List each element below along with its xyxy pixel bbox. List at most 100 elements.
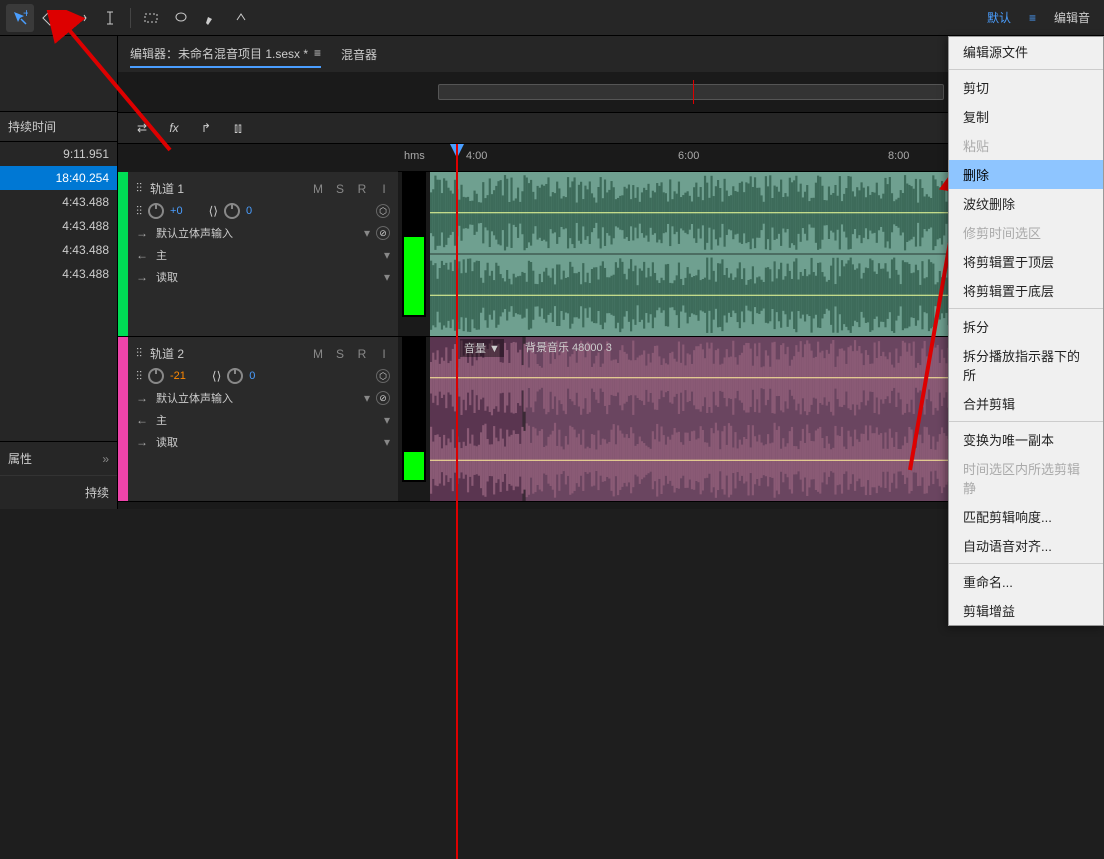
menu-item[interactable]: 重命名... [949, 567, 1103, 596]
track-1-read[interactable]: 读取 [156, 269, 378, 285]
mute-button[interactable]: M [312, 347, 324, 361]
menu-item[interactable]: 剪辑增益 [949, 596, 1103, 625]
chevron-down-icon[interactable]: ▾ [384, 413, 390, 427]
record-button[interactable]: R [356, 347, 368, 361]
menu-item[interactable]: 拆分 [949, 312, 1103, 341]
menu-separator [949, 308, 1103, 309]
chevron-down-icon[interactable]: ▾ [384, 435, 390, 449]
track-2-input[interactable]: 默认立体声输入 [156, 390, 358, 406]
pan-icon: ⟨⟩ [212, 369, 221, 383]
track-2-name[interactable]: 轨道 2 [150, 345, 304, 362]
track-2-read[interactable]: 读取 [156, 434, 378, 450]
pan-knob[interactable] [224, 203, 240, 219]
stereo-icon[interactable]: ⬡ [376, 204, 390, 218]
fx-icon[interactable]: fx [162, 116, 186, 140]
track-2-color [118, 337, 128, 501]
duration-item[interactable]: 9:11.951 [0, 142, 117, 166]
track-1-name[interactable]: 轨道 1 [150, 180, 304, 197]
menu-item[interactable]: 匹配剪辑响度... [949, 502, 1103, 531]
duration-item[interactable]: 4:43.488 [0, 190, 117, 214]
ruler-t1: 4:00 [466, 150, 487, 162]
duration-header: 持续时间 [0, 112, 117, 142]
move-tool[interactable]: + [6, 4, 34, 32]
slip-tool[interactable] [66, 4, 94, 32]
tab-editor[interactable]: 编辑器：未命名混音项目 1.sesx * ≡ [130, 41, 321, 68]
solo-button[interactable]: S [334, 182, 346, 196]
properties-header[interactable]: 属性 » [0, 442, 117, 475]
menu-item[interactable]: 变换为唯一副本 [949, 425, 1103, 454]
chevron-down-icon[interactable]: ▾ [364, 226, 370, 240]
overview-playhead [693, 80, 694, 104]
volume-knob[interactable] [148, 203, 164, 219]
menu-item[interactable]: 合并剪辑 [949, 389, 1103, 418]
input-monitor-button[interactable]: I [378, 182, 390, 196]
properties-label: 属性 [8, 450, 32, 467]
overview-range[interactable] [438, 84, 944, 100]
loop-icon[interactable]: ⇄ [130, 116, 154, 140]
record-button[interactable]: R [356, 182, 368, 196]
track-1-vol[interactable]: +0 [170, 205, 183, 217]
duration-item[interactable]: 4:43.488 [0, 238, 117, 262]
playhead-line [456, 144, 458, 859]
input-monitor-button[interactable]: I [378, 347, 390, 361]
track-1-pan[interactable]: 0 [246, 205, 252, 217]
phase-icon[interactable]: ⊘ [376, 391, 390, 405]
duration-item[interactable]: 4:43.488 [0, 262, 117, 286]
toolbar-right: 默认 ≡ 编辑音 [987, 9, 1098, 26]
phase-icon[interactable]: ⊘ [376, 226, 390, 240]
lasso-tool[interactable] [167, 4, 195, 32]
menu-item[interactable]: 剪切 [949, 73, 1103, 102]
pan-knob[interactable] [227, 368, 243, 384]
waveform-icon: ⫶⫶ [136, 346, 142, 361]
brush-tool[interactable] [197, 4, 225, 32]
pan-icon: ⟨⟩ [209, 204, 218, 218]
svg-text:+: + [23, 10, 28, 20]
menu-item[interactable]: 复制 [949, 102, 1103, 131]
chevron-down-icon[interactable]: ▾ [364, 391, 370, 405]
mute-button[interactable]: M [312, 182, 324, 196]
menu-item[interactable]: 将剪辑置于顶层 [949, 247, 1103, 276]
hamburger-icon[interactable]: ≡ [1029, 11, 1036, 25]
tab-mixer[interactable]: 混音器 [341, 42, 377, 67]
track-2-meter [402, 337, 426, 482]
menu-item[interactable]: 波纹删除 [949, 189, 1103, 218]
stereo-icon[interactable]: ⬡ [376, 369, 390, 383]
chevron-down-icon[interactable]: ▾ [384, 248, 390, 262]
marquee-tool[interactable] [137, 4, 165, 32]
eq-icon[interactable]: ⫾⫾ [226, 116, 250, 140]
track-2-clip-label: 背景音乐 48000 3 [525, 339, 612, 355]
workspace-default[interactable]: 默认 [987, 9, 1011, 26]
workspace-edit[interactable]: 编辑音 [1054, 9, 1090, 26]
track-1-header: ⫶⫶ 轨道 1 M S R I ⫶⫶ +0 ⟨⟩ [128, 172, 398, 336]
menu-item[interactable]: 自动语音对齐... [949, 531, 1103, 560]
menu-item[interactable]: 编辑源文件 [949, 37, 1103, 66]
duration-item[interactable]: 18:40.254 [0, 166, 117, 190]
menu-separator [949, 421, 1103, 422]
track-1-meter [402, 172, 426, 317]
solo-button[interactable]: S [334, 347, 346, 361]
duration-item[interactable]: 4:43.488 [0, 214, 117, 238]
track-1-input[interactable]: 默认立体声输入 [156, 225, 358, 241]
menu-item[interactable]: 删除 [949, 160, 1103, 189]
time-select-tool[interactable] [96, 4, 124, 32]
tab-menu-icon[interactable]: ≡ [314, 46, 321, 60]
send-icon[interactable]: ↱ [194, 116, 218, 140]
duration-list: 9:11.95118:40.2544:43.4884:43.4884:43.48… [0, 142, 117, 286]
volume-badge[interactable]: 音量 ▼ [460, 339, 504, 357]
input-arrow-icon: → [136, 226, 150, 240]
track-1-output[interactable]: 主 [156, 247, 378, 263]
track-2-header: ⫶⫶ 轨道 2 M S R I ⫶⫶ -21 ⟨⟩ [128, 337, 398, 501]
heal-tool[interactable] [227, 4, 255, 32]
menu-item[interactable]: 拆分播放指示器下的所 [949, 341, 1103, 389]
volume-knob[interactable] [148, 368, 164, 384]
razor-tool[interactable] [36, 4, 64, 32]
read-arrow-icon: → [136, 270, 150, 284]
menu-item: 时间选区内所选剪辑静 [949, 454, 1103, 502]
track-2-vol[interactable]: -21 [170, 370, 186, 382]
track-2-output[interactable]: 主 [156, 412, 378, 428]
ruler-t2: 6:00 [678, 150, 699, 162]
menu-item[interactable]: 将剪辑置于底层 [949, 276, 1103, 305]
track-2-pan[interactable]: 0 [249, 370, 255, 382]
chevron-down-icon[interactable]: ▾ [384, 270, 390, 284]
ruler-t3: 8:00 [888, 150, 909, 162]
